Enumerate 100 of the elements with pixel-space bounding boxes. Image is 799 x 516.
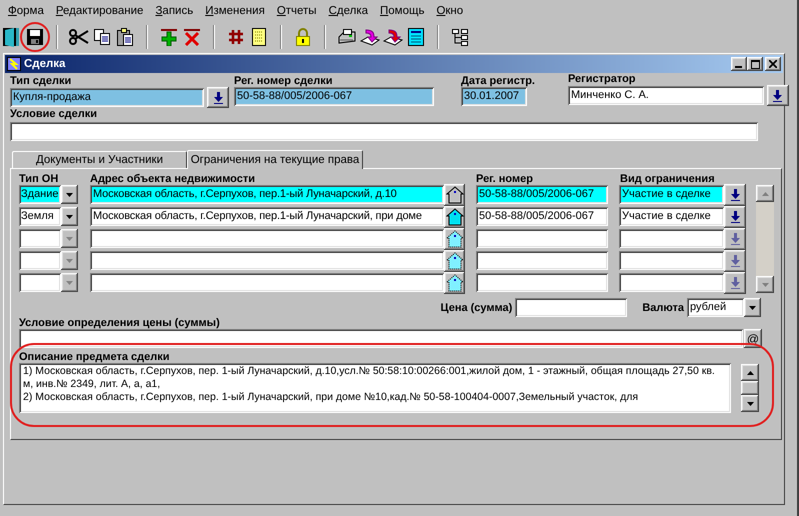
restriction-field[interactable]: Участие в сделке	[619, 207, 724, 226]
lookup-button[interactable]	[724, 250, 746, 272]
house-icon	[446, 274, 464, 292]
menu-item[interactable]: Редактирование	[50, 4, 150, 16]
scrollbar[interactable]	[756, 185, 774, 293]
dropdown-button[interactable]	[61, 229, 78, 248]
menu-item[interactable]: Форма	[2, 4, 50, 16]
menu-item[interactable]: Окно	[430, 4, 470, 16]
dropdown-arrow-icon	[66, 258, 73, 262]
tree-icon[interactable]	[451, 28, 469, 46]
dropdown-arrow-icon	[66, 214, 73, 218]
card-icon[interactable]	[407, 27, 425, 47]
reg-number-field[interactable]: 50-58-88/005/2006-067	[476, 185, 608, 204]
dropdown-button[interactable]	[61, 185, 78, 204]
lookup-button[interactable]	[724, 206, 746, 228]
column-header: Вид ограничения	[620, 173, 716, 185]
menu-item[interactable]: Изменения	[199, 4, 271, 16]
down-arrow-icon	[730, 210, 740, 222]
currency-field[interactable]: рублей	[687, 298, 744, 317]
price-condition-field[interactable]	[19, 329, 743, 348]
arrow-document-icon[interactable]	[360, 28, 380, 46]
minimize-button[interactable]	[731, 57, 747, 71]
reg-number-field[interactable]: 50-58-88/005/2006-067	[476, 207, 608, 226]
close-button[interactable]	[765, 57, 781, 71]
save-icon[interactable]	[26, 28, 44, 46]
lookup-button[interactable]	[766, 85, 789, 106]
scroll-thumb[interactable]	[741, 381, 759, 395]
scroll-down-button[interactable]	[741, 395, 759, 412]
lookup-button[interactable]	[207, 87, 229, 108]
dropdown-button[interactable]	[61, 207, 78, 226]
description-text: 2) Московская область, г.Серпухов, пер. 1-ый Луначарский, при доме №10,кад.№ 50-58-100404-0007,Земельный участок, для	[23, 391, 640, 404]
reg-number-field[interactable]	[476, 251, 608, 270]
condition-field[interactable]	[10, 122, 758, 141]
column-header: Адрес объекта недвижимости	[90, 173, 256, 185]
grid-icon[interactable]	[228, 29, 244, 45]
document-icon[interactable]	[251, 27, 267, 47]
price-field[interactable]	[515, 298, 628, 317]
reg-number-field[interactable]: 50-58-88/005/2006-067	[234, 87, 434, 106]
scrollbar[interactable]	[741, 364, 759, 412]
deal-type-field[interactable]: Купля-продажа	[10, 88, 204, 107]
menu-item[interactable]: Помощь	[374, 4, 430, 16]
field-label: Регистратор	[568, 73, 637, 85]
maximize-button[interactable]	[747, 57, 763, 71]
date-field[interactable]: 30.01.2007	[461, 87, 527, 106]
house-icon	[446, 230, 464, 248]
door-icon[interactable]	[2, 26, 22, 48]
restriction-field[interactable]	[619, 251, 724, 270]
scissors-icon[interactable]	[69, 28, 89, 46]
arrow-document-icon[interactable]	[383, 28, 403, 46]
registrar-field[interactable]: Минченко С. А.	[568, 86, 764, 105]
dropdown-button[interactable]	[744, 298, 761, 317]
scroll-up-button[interactable]	[741, 364, 759, 381]
tab[interactable]: Ограничения на текущие права	[187, 150, 363, 169]
type-field[interactable]: Здание	[19, 185, 61, 204]
house-button[interactable]	[444, 228, 465, 250]
scroll-down-button[interactable]	[756, 276, 774, 293]
lookup-button[interactable]	[724, 184, 746, 206]
type-field[interactable]	[19, 273, 61, 292]
clipboard-icon[interactable]	[116, 27, 134, 47]
house-button[interactable]	[444, 250, 465, 272]
copy-icon[interactable]	[93, 28, 111, 46]
up-arrow-icon	[746, 370, 754, 374]
house-button[interactable]	[444, 184, 465, 206]
printer-icon[interactable]	[337, 28, 357, 46]
address-field[interactable]: Московская область, г.Серпухов, пер.1-ый Луначарский, д.10	[90, 185, 444, 204]
dropdown-button[interactable]	[61, 273, 78, 292]
restriction-field[interactable]: Участие в сделке	[619, 185, 724, 204]
type-field[interactable]	[19, 229, 61, 248]
menu-item[interactable]: Сделка	[322, 4, 374, 16]
field-label: Цена (сумма)	[440, 302, 512, 314]
plus-icon[interactable]	[160, 28, 178, 46]
type-field[interactable]	[19, 251, 61, 270]
reg-number-field[interactable]	[476, 229, 608, 248]
address-field[interactable]	[90, 229, 444, 248]
description-field[interactable]	[19, 363, 731, 413]
house-button[interactable]	[444, 206, 465, 228]
scroll-up-button[interactable]	[756, 185, 774, 202]
window-app-icon	[7, 57, 21, 71]
lookup-button[interactable]	[724, 228, 746, 250]
field-label: Дата регистр.	[461, 75, 535, 87]
delete-icon[interactable]	[183, 28, 201, 46]
house-button[interactable]	[444, 272, 465, 294]
dropdown-button[interactable]	[61, 251, 78, 270]
dropdown-arrow-icon	[749, 306, 756, 310]
down-arrow-icon	[730, 254, 740, 266]
lock-icon[interactable]	[295, 28, 311, 46]
address-field[interactable]	[90, 251, 444, 270]
type-field[interactable]: Земля	[19, 207, 61, 226]
reg-number-field[interactable]	[476, 273, 608, 292]
address-field[interactable]: Московская область, г.Серпухов, пер.1-ый Луначарский, при доме	[90, 207, 444, 226]
house-icon	[446, 252, 464, 270]
down-arrow-icon	[730, 188, 740, 200]
menu-item[interactable]: Запись	[149, 4, 200, 16]
address-field[interactable]	[90, 273, 444, 292]
menu-item[interactable]: Отчеты	[270, 4, 323, 16]
lookup-button[interactable]	[724, 272, 746, 294]
restriction-field[interactable]	[619, 273, 724, 292]
tab[interactable]: Документы и Участники	[12, 151, 187, 168]
restriction-field[interactable]	[619, 229, 724, 248]
close-icon	[769, 60, 777, 68]
